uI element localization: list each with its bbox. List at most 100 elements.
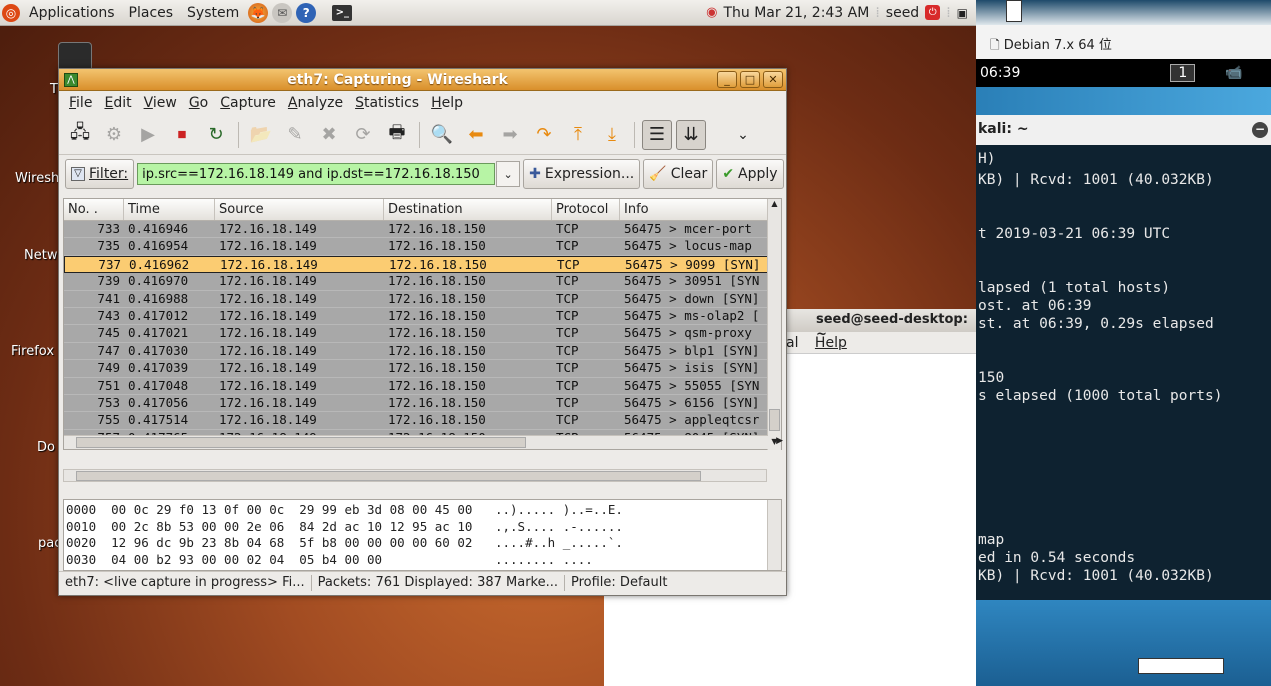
- interfaces-icon[interactable]: 🖧: [65, 120, 95, 150]
- minimize-button[interactable]: _: [717, 71, 737, 88]
- toolbar-overflow-icon[interactable]: ⌄: [728, 120, 758, 150]
- column-header-no[interactable]: No. .: [64, 199, 124, 220]
- places-menu[interactable]: Places: [122, 5, 181, 21]
- packet-list[interactable]: No. . Time Source Destination Protocol I…: [63, 198, 783, 450]
- autoscroll-icon[interactable]: ⇊: [676, 119, 706, 150]
- go-to-packet-icon[interactable]: ↷: [529, 120, 559, 150]
- packet-details-pane[interactable]: [63, 457, 782, 493]
- vm-tab[interactable]: 🗋 Debian 7.x 64 位: [976, 25, 1271, 59]
- menu-analyze[interactable]: Analyze: [282, 95, 349, 111]
- filter-input[interactable]: [137, 163, 496, 185]
- packet-row[interactable]: 745 0.417021 172.16.18.149 172.16.18.150 TCP…: [64, 325, 781, 343]
- window-title: eth7: Capturing - Wireshark: [287, 71, 508, 88]
- network-icon[interactable]: ▣: [957, 6, 968, 20]
- filter-button[interactable]: ▽ Filter:: [65, 159, 135, 189]
- terminal-launcher-icon[interactable]: >_: [332, 4, 353, 21]
- packet-row[interactable]: 741 0.416988 172.16.18.149 172.16.18.150 TCP…: [64, 290, 781, 308]
- capture-options-icon[interactable]: ⚙: [99, 120, 129, 150]
- filter-dropdown-button[interactable]: ⌄: [496, 161, 521, 187]
- packet-row[interactable]: 743 0.417012 172.16.18.149 172.16.18.150 TCP…: [64, 307, 781, 326]
- selected-packet-row[interactable]: 737 0.416962 172.16.18.149 172.16.18.150 TCP…: [64, 255, 781, 274]
- apply-button[interactable]: ✔ Apply: [716, 159, 784, 189]
- reload-icon[interactable]: ⟳: [348, 120, 378, 150]
- menu-go[interactable]: Go: [183, 95, 214, 111]
- background-terminal-title[interactable]: seed@seed-desktop: ~: [786, 309, 976, 342]
- restart-capture-icon[interactable]: ↻: [201, 120, 231, 150]
- expression-button[interactable]: ✚ Expression...: [523, 159, 641, 189]
- system-menu[interactable]: System: [180, 5, 246, 21]
- terminal-menu-help[interactable]: Help: [815, 335, 847, 351]
- stop-capture-icon[interactable]: ⏹: [167, 120, 197, 150]
- scroll-up-icon[interactable]: ▲: [768, 199, 781, 212]
- menu-help[interactable]: Help: [425, 95, 469, 111]
- terminal-menu-partial[interactable]: al: [786, 335, 798, 351]
- column-header-destination[interactable]: Destination: [384, 199, 552, 220]
- ubuntu-logo-icon[interactable]: ◎: [2, 3, 20, 22]
- shutdown-icon[interactable]: ⏻: [925, 5, 941, 20]
- packet-list-vertical-scrollbar[interactable]: ▲ ▼: [767, 199, 781, 450]
- packet-no: 745: [97, 325, 120, 341]
- menu-capture[interactable]: Capture: [214, 95, 282, 111]
- wireshark-titlebar[interactable]: ⋀ eth7: Capturing - Wireshark _ □ ✕: [59, 69, 786, 91]
- go-forward-icon[interactable]: ➡: [495, 120, 525, 150]
- packet-bytes-pane[interactable]: 0000 00 0c 29 f0 13 0f 00 0c 29 99 eb 3d…: [63, 499, 782, 571]
- menu-file[interactable]: File: [63, 95, 98, 111]
- packet-row[interactable]: 733 0.416946 172.16.18.149 172.16.18.150 TCP…: [64, 221, 781, 239]
- packet-row[interactable]: 755 0.417514 172.16.18.149 172.16.18.150 TCP…: [64, 412, 781, 430]
- open-file-icon[interactable]: 📂: [246, 120, 276, 150]
- last-packet-icon[interactable]: ⤓: [597, 120, 627, 150]
- print-icon[interactable]: 🖶: [382, 120, 412, 150]
- menu-edit[interactable]: Edit: [98, 95, 137, 111]
- menu-view[interactable]: View: [138, 95, 183, 111]
- colorize-icon[interactable]: ☰: [642, 119, 672, 150]
- scrollbar-thumb[interactable]: [769, 409, 780, 431]
- clear-button[interactable]: 🧹 Clear: [643, 159, 714, 189]
- hex-dump-row[interactable]: 0000 00 0c 29 f0 13 0f 00 0c 29 99 eb 3d…: [64, 502, 781, 519]
- packet-list-horizontal-scrollbar[interactable]: ▶: [64, 435, 783, 449]
- kali-terminal-titlebar[interactable]: kali: ~ −: [976, 115, 1271, 145]
- column-header-protocol[interactable]: Protocol: [552, 199, 620, 220]
- profile-status[interactable]: Profile: Default: [565, 575, 673, 590]
- details-hscrollbar[interactable]: [63, 469, 767, 482]
- packet-row[interactable]: 739 0.416970 172.16.18.149 172.16.18.150 TCP…: [64, 273, 781, 291]
- packet-info: 56475 > 55055 [SYN: [624, 377, 760, 393]
- hex-dump-row[interactable]: 0030 04 00 b2 93 00 00 02 04 05 b4 00 00…: [64, 552, 781, 569]
- help-icon[interactable]: ?: [296, 2, 317, 23]
- packet-row[interactable]: 735 0.416954 172.16.18.149 172.16.18.150 TCP…: [64, 238, 781, 256]
- kali-terminal-output[interactable]: H) KB) | Rcvd: 1001 (40.032KB) t 2019-03-2…: [976, 145, 1271, 600]
- maximize-button[interactable]: □: [740, 71, 760, 88]
- packet-row[interactable]: 751 0.417048 172.16.18.149 172.16.18.150 TCP…: [64, 377, 781, 395]
- first-packet-icon[interactable]: ⤒: [563, 120, 593, 150]
- hscrollbar-thumb[interactable]: [76, 437, 526, 448]
- mail-icon[interactable]: ✉: [272, 2, 293, 23]
- packet-row[interactable]: 753 0.417056 172.16.18.149 172.16.18.150 TCP…: [64, 394, 781, 413]
- close-button[interactable]: ✕: [763, 71, 783, 88]
- hex-dump-row[interactable]: 0010 00 2c 8b 53 00 00 2e 06 84 2d ac 10…: [64, 519, 781, 536]
- packet-row[interactable]: 747 0.417030 172.16.18.149 172.16.18.150 TCP…: [64, 342, 781, 361]
- bytes-vertical-scrollbar[interactable]: [767, 500, 781, 570]
- kali-clock[interactable]: 06:39: [980, 65, 1020, 81]
- find-packet-icon[interactable]: 🔍: [427, 120, 457, 150]
- video-icon[interactable]: 📹: [1225, 65, 1242, 81]
- scroll-right-icon[interactable]: ▶: [776, 436, 783, 446]
- workspace-indicator[interactable]: 1: [1170, 64, 1196, 82]
- kali-taskbar-item[interactable]: [1138, 658, 1224, 674]
- menu-statistics[interactable]: Statistics: [349, 95, 425, 111]
- volume-icon[interactable]: ◉: [706, 5, 717, 20]
- packet-row[interactable]: 749 0.417039 172.16.18.149 172.16.18.150 TCP…: [64, 360, 781, 378]
- clock[interactable]: Thu Mar 21, 2:43 AM: [723, 5, 869, 21]
- background-terminal-window[interactable]: seed@seed-desktop: ~ al Help: [786, 309, 976, 686]
- save-file-icon[interactable]: ✎: [280, 120, 310, 150]
- column-header-source[interactable]: Source: [215, 199, 384, 220]
- kali-close-icon[interactable]: −: [1252, 122, 1268, 138]
- column-header-time[interactable]: Time: [124, 199, 215, 220]
- details-hscrollbar-thumb[interactable]: [76, 471, 701, 481]
- close-file-icon[interactable]: ✖: [314, 120, 344, 150]
- go-back-icon[interactable]: ⬅: [461, 120, 491, 150]
- applications-menu[interactable]: Applications: [22, 5, 122, 21]
- user-name[interactable]: seed: [886, 5, 919, 21]
- firefox-icon[interactable]: 🦊: [248, 2, 269, 23]
- column-header-info[interactable]: Info: [620, 199, 768, 220]
- start-capture-icon[interactable]: ▶: [133, 120, 163, 150]
- hex-dump-row[interactable]: 0020 12 96 dc 9b 23 8b 04 68 5f b8 00 00…: [64, 535, 781, 552]
